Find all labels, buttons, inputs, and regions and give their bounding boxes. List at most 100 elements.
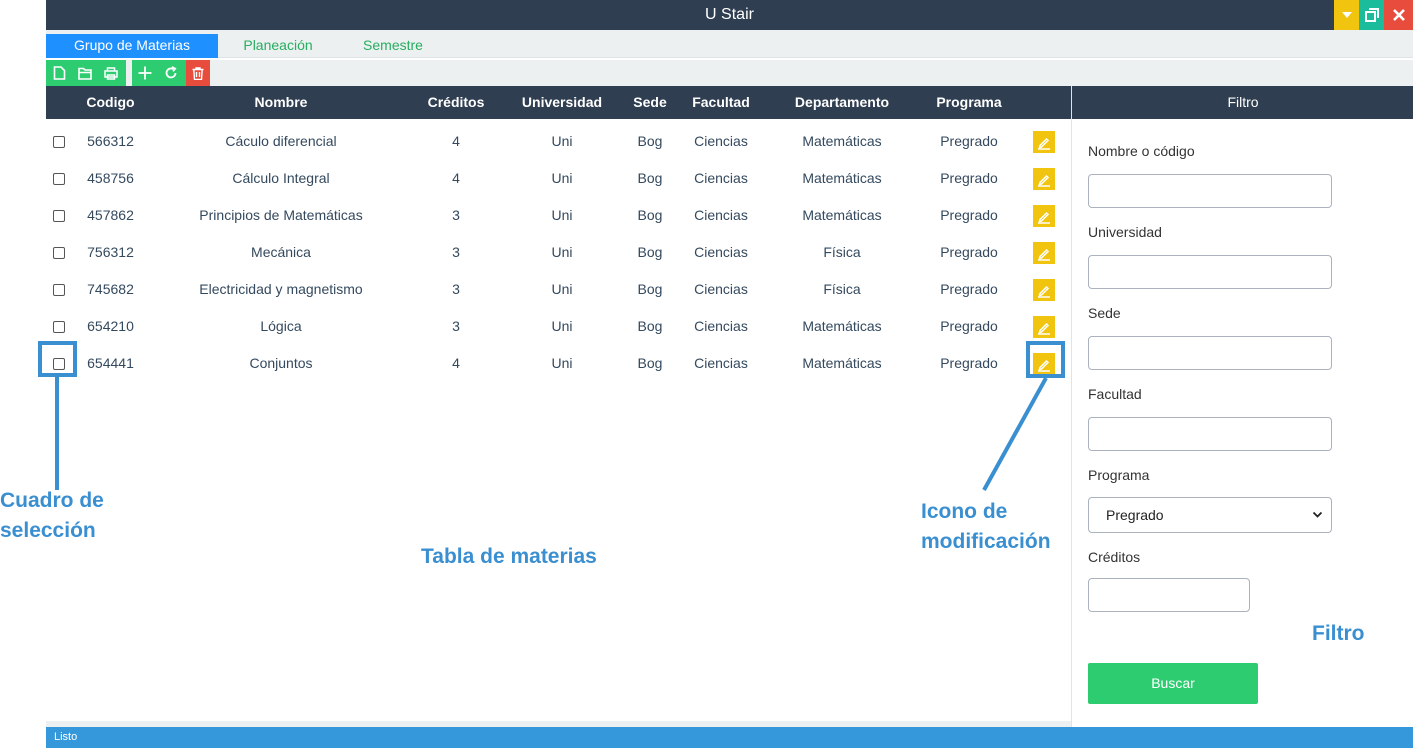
cell-creditos: 4 xyxy=(452,170,460,186)
new-file-button[interactable] xyxy=(46,60,72,86)
refresh-button[interactable] xyxy=(158,60,184,86)
edit-button[interactable] xyxy=(1033,205,1055,227)
table-row: 745682 Electricidad y magnetismo 3 Uni Bog Ci… xyxy=(46,271,1071,308)
cell-codigo: 756312 xyxy=(87,244,134,260)
minimize-button[interactable] xyxy=(1334,0,1359,30)
cell-codigo: 654441 xyxy=(87,355,134,371)
row-checkbox[interactable] xyxy=(53,284,65,296)
col-header-nombre[interactable]: Nombre xyxy=(179,86,383,119)
creditos-input[interactable] xyxy=(1088,578,1250,612)
cell-universidad: Uni xyxy=(551,207,573,223)
row-select-cell xyxy=(46,123,72,160)
row-checkbox[interactable] xyxy=(53,321,65,333)
row-checkbox[interactable] xyxy=(53,173,65,185)
pencil-icon xyxy=(1038,211,1050,224)
delete-button[interactable] xyxy=(186,60,210,86)
col-header-programa[interactable]: Programa xyxy=(928,86,1010,119)
edit-button[interactable] xyxy=(1033,242,1055,264)
programa-label: Programa xyxy=(1088,467,1150,483)
edit-icon-annotation: Icono de modificación xyxy=(921,500,1051,553)
col-header-departamento[interactable]: Departamento xyxy=(786,86,898,119)
sede-label: Sede xyxy=(1088,305,1121,321)
cell-facultad: Ciencias xyxy=(694,170,748,186)
cell-programa: Pregrado xyxy=(940,244,998,260)
nombre-input[interactable] xyxy=(1088,174,1332,208)
facultad-input[interactable] xyxy=(1088,417,1332,451)
edit-button[interactable] xyxy=(1033,316,1055,338)
edit-button[interactable] xyxy=(1033,168,1055,190)
tab-semestre[interactable]: Semestre xyxy=(348,34,438,58)
programa-selected-value: Pregrado xyxy=(1106,507,1164,523)
file-actions-group xyxy=(46,60,126,86)
cell-sede: Bog xyxy=(637,244,663,260)
cell-sede: Bog xyxy=(637,207,663,223)
cell-universidad: Uni xyxy=(551,133,573,149)
cell-nombre: Mecánica xyxy=(251,244,311,260)
row-select-cell xyxy=(46,271,72,308)
tab-planeacion[interactable]: Planeación xyxy=(228,34,328,58)
row-checkbox[interactable] xyxy=(53,210,65,222)
cell-departamento: Matemáticas xyxy=(802,170,882,186)
restore-button[interactable] xyxy=(1359,0,1384,30)
close-button[interactable] xyxy=(1384,0,1413,30)
print-button[interactable] xyxy=(98,60,124,86)
cell-facultad: Ciencias xyxy=(694,133,748,149)
edit-icon-highlight xyxy=(1026,341,1065,378)
filter-title: Filtro xyxy=(1072,86,1413,119)
add-icon xyxy=(138,66,152,80)
edit-button[interactable] xyxy=(1033,279,1055,301)
tab-grupo-de-materias[interactable]: Grupo de Materias xyxy=(46,34,218,58)
cell-facultad: Ciencias xyxy=(694,281,748,297)
materias-table: Codigo Nombre Créditos Universidad Sede … xyxy=(46,86,1071,729)
col-header-codigo[interactable]: Codigo xyxy=(72,86,149,119)
table-annotation: Tabla de materias xyxy=(421,545,597,568)
add-button[interactable] xyxy=(132,60,158,86)
table-row: 654210 Lógica 3 Uni Bog Ciencias Matemáticas Pr… xyxy=(46,308,1071,345)
cell-universidad: Uni xyxy=(551,281,573,297)
buscar-button[interactable]: Buscar xyxy=(1088,663,1258,704)
col-header-facultad[interactable]: Facultad xyxy=(686,86,756,119)
cell-sede: Bog xyxy=(637,355,663,371)
col-header-sede[interactable]: Sede xyxy=(628,86,672,119)
row-checkbox[interactable] xyxy=(53,136,65,148)
row-select-cell xyxy=(46,234,72,271)
table-row: 756312 Mecánica 3 Uni Bog Ciencias Física Pregr… xyxy=(46,234,1071,271)
cell-universidad: Uni xyxy=(551,170,573,186)
cell-codigo: 458756 xyxy=(87,170,134,186)
cell-creditos: 3 xyxy=(452,318,460,334)
toolbar xyxy=(46,60,1413,86)
cell-creditos: 3 xyxy=(452,207,460,223)
cell-nombre: Principios de Matemáticas xyxy=(199,207,363,223)
row-checkbox[interactable] xyxy=(53,247,65,259)
row-edit-cell xyxy=(1031,197,1061,234)
cell-departamento: Matemáticas xyxy=(802,355,882,371)
cell-nombre: Conjuntos xyxy=(249,355,313,371)
status-bar: Listo xyxy=(46,727,1413,748)
new-file-icon xyxy=(53,66,65,80)
col-header-creditos[interactable]: Créditos xyxy=(423,86,489,119)
universidad-input[interactable] xyxy=(1088,255,1332,289)
col-header-universidad[interactable]: Universidad xyxy=(516,86,608,119)
creditos-label: Créditos xyxy=(1088,549,1141,565)
delete-icon xyxy=(192,66,204,80)
row-edit-cell xyxy=(1031,234,1061,271)
cell-departamento: Matemáticas xyxy=(802,207,882,223)
sede-input[interactable] xyxy=(1088,336,1332,370)
universidad-label: Universidad xyxy=(1088,224,1162,240)
cell-universidad: Uni xyxy=(551,318,573,334)
delete-group xyxy=(186,60,210,86)
edit-button[interactable] xyxy=(1033,131,1055,153)
cell-creditos: 4 xyxy=(452,133,460,149)
row-select-cell xyxy=(46,160,72,197)
programa-select[interactable]: Pregrado xyxy=(1088,497,1332,533)
pencil-icon xyxy=(1038,248,1050,261)
cell-sede: Bog xyxy=(637,281,663,297)
cell-creditos: 3 xyxy=(452,244,460,260)
row-select-cell xyxy=(46,308,72,345)
refresh-icon xyxy=(165,66,177,79)
edit-callout-line xyxy=(982,377,1048,491)
cell-nombre: Electricidad y magnetismo xyxy=(199,281,363,297)
row-edit-cell xyxy=(1031,308,1061,345)
open-folder-button[interactable] xyxy=(72,60,98,86)
pencil-icon xyxy=(1038,285,1050,298)
